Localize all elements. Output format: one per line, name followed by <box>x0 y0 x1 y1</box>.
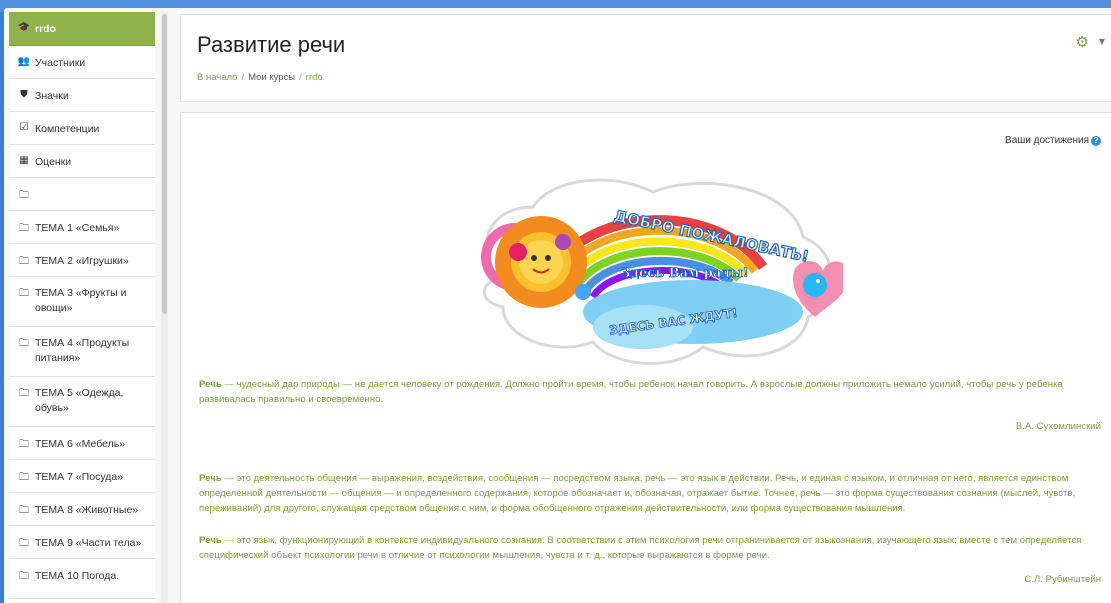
sidebar-item-label: ТЕМА 3 «Фрукты и овощи» <box>35 287 127 314</box>
folder-icon: 🗀 <box>19 288 29 299</box>
banner-flower <box>575 284 591 300</box>
sidebar-item-label: ТЕМА 10 Погода. <box>35 570 120 582</box>
settings-gear-icon[interactable]: ⚙ <box>1076 33 1089 51</box>
page-title: Развитие речи <box>197 32 346 57</box>
sidebar-item[interactable]: 🗀 ТЕМА 2 «Игрушки» <box>9 244 155 277</box>
quote-term: Речь <box>199 473 222 484</box>
folder-icon: 🗀 <box>19 439 29 450</box>
banner-flower <box>555 234 571 250</box>
course-sidebar: 🎓 rrdo 👥 Участники ⛊ Значки ☑ Компетенции ▦ Оценк… <box>9 12 155 603</box>
folder-icon: 🗀 <box>19 472 29 483</box>
achievements-link[interactable]: Ваши достижения ? <box>1005 135 1101 146</box>
sidebar-item-label: ТЕМА 9 «Части тела» <box>35 537 142 549</box>
quote-term: Речь <box>199 535 222 546</box>
achievements-label[interactable]: Ваши достижения <box>1005 135 1089 146</box>
welcome-banner: ДОБРО ПОЖАЛОВАТЬ! Здесь Вам рады! ЗДЕСЬ … <box>481 178 843 365</box>
quote-definition-1: Речь — это деятельность общения — выраже… <box>199 471 1103 516</box>
sidebar-item[interactable]: 🗀 ТЕМА 3 «Фрукты и овощи» <box>9 277 155 327</box>
quote-text: — это язык, функционирующий в контексте … <box>199 535 1082 561</box>
quote-sukhomlinsky: Речь — чудесный дар природы — не дается … <box>199 377 1103 407</box>
help-icon[interactable]: ? <box>1091 135 1101 146</box>
sidebar-item[interactable]: 🗀 <box>9 178 155 211</box>
table-icon: ▦ <box>19 155 29 166</box>
quote-text: — чудесный дар природы — не дается челов… <box>199 379 1063 405</box>
breadcrumb-my-courses[interactable]: Мои курсы <box>248 72 295 83</box>
sidebar-item-label: Компетенции <box>35 123 100 135</box>
folder-icon: 🗀 <box>19 505 29 516</box>
sidebar-item[interactable]: 🎓 rrdo <box>9 12 155 46</box>
banner-glad-text: Здесь Вам рады! <box>621 266 749 281</box>
breadcrumb-separator: / <box>299 72 302 83</box>
sidebar-item[interactable]: 🗀 ТЕМА 6 «Мебель» <box>9 427 155 460</box>
sidebar-item-label: ТЕМА 2 «Игрушки» <box>35 255 129 267</box>
quote-author-sukhomlinsky: В.А. Сухомлинский <box>1015 421 1101 432</box>
sidebar-item[interactable]: 🗀 ТЕМА 7 «Посуда» <box>9 460 155 493</box>
quote-definition-2: Речь — это язык, функционирующий в конте… <box>199 533 1103 563</box>
sidebar-item[interactable]: 👥 Участники <box>9 46 155 79</box>
checkbox-icon: ☑ <box>19 122 29 133</box>
folder-icon: 🗀 <box>19 338 29 349</box>
folder-icon: 🗀 <box>19 571 29 582</box>
users-icon: 👥 <box>17 56 31 67</box>
sidebar-item[interactable]: 🗀 ТЕМА 1 «Семья» <box>9 211 155 244</box>
sidebar-item[interactable]: 🗀 ТЕМА 8 «Животные» <box>9 493 155 526</box>
sidebar-item-label: ТЕМА 6 «Мебель» <box>35 438 126 450</box>
sidebar-item[interactable]: ▦ Оценки <box>9 145 155 178</box>
sidebar-item-label: ТЕМА 8 «Животные» <box>35 504 139 516</box>
quote-author-rubinstein: С.Л. Рубинштейн <box>1024 574 1101 585</box>
sidebar-item[interactable]: ⛊ Значки <box>9 79 155 112</box>
banner-sun <box>495 216 587 308</box>
breadcrumb-home-link[interactable]: В начало <box>197 72 237 83</box>
folder-icon: 🗀 <box>19 190 29 201</box>
shield-icon: ⛊ <box>20 89 28 100</box>
folder-icon: 🗀 <box>19 256 29 267</box>
sidebar-scrollbar-thumb[interactable] <box>162 14 167 314</box>
sidebar-item-label: ТЕМА 1 «Семья» <box>35 222 120 234</box>
sidebar-item[interactable]: 🗀 ТЕМА 10 Погода. <box>9 559 155 599</box>
quote-text: — это деятельность общения — выражения, … <box>199 473 1076 514</box>
folder-icon: 🗀 <box>19 538 29 549</box>
sidebar-item-label: Участники <box>35 57 86 69</box>
banner-bird <box>803 273 827 297</box>
breadcrumb-separator: / <box>241 72 245 83</box>
sidebar-item[interactable]: 🗀 ТЕМА 9 «Части тела» <box>9 526 155 559</box>
breadcrumb: В начало / Мои курсы / rrdo <box>197 72 323 83</box>
course-content: Ваши достижения ? ДОБРО ПОЖАЛОВАТЬ! Здес… <box>180 112 1111 603</box>
page-header: Развитие речи В начало / Мои курсы / rrdo ⚙ … <box>180 14 1111 102</box>
sidebar-item[interactable]: 🗀 ТЕМА 5 «Одежда, обувь» <box>9 377 155 427</box>
sidebar-item-label: Оценки <box>35 156 72 168</box>
banner-flower <box>509 243 527 261</box>
folder-icon: 🗀 <box>19 388 29 399</box>
sidebar-item-label: rrdo <box>35 23 56 35</box>
sidebar-item-label: Значки <box>35 90 69 102</box>
chevron-down-icon[interactable]: ▼ <box>1099 37 1105 46</box>
breadcrumb-course-link[interactable]: rrdo <box>306 72 323 83</box>
sidebar-item-label: ТЕМА 5 «Одежда, обувь» <box>35 387 124 414</box>
folder-icon: 🗀 <box>19 223 29 234</box>
quote-term: Речь <box>199 379 222 390</box>
sidebar-item[interactable]: ☑ Компетенции <box>9 112 155 145</box>
sidebar-item[interactable]: 🗀 ТЕМА 4 «Продукты питания» <box>9 327 155 377</box>
graduation-cap-icon: 🎓 <box>17 22 31 33</box>
sidebar-item-label: ТЕМА 4 «Продукты питания» <box>35 337 130 364</box>
sidebar-item-label: ТЕМА 7 «Посуда» <box>35 471 124 483</box>
